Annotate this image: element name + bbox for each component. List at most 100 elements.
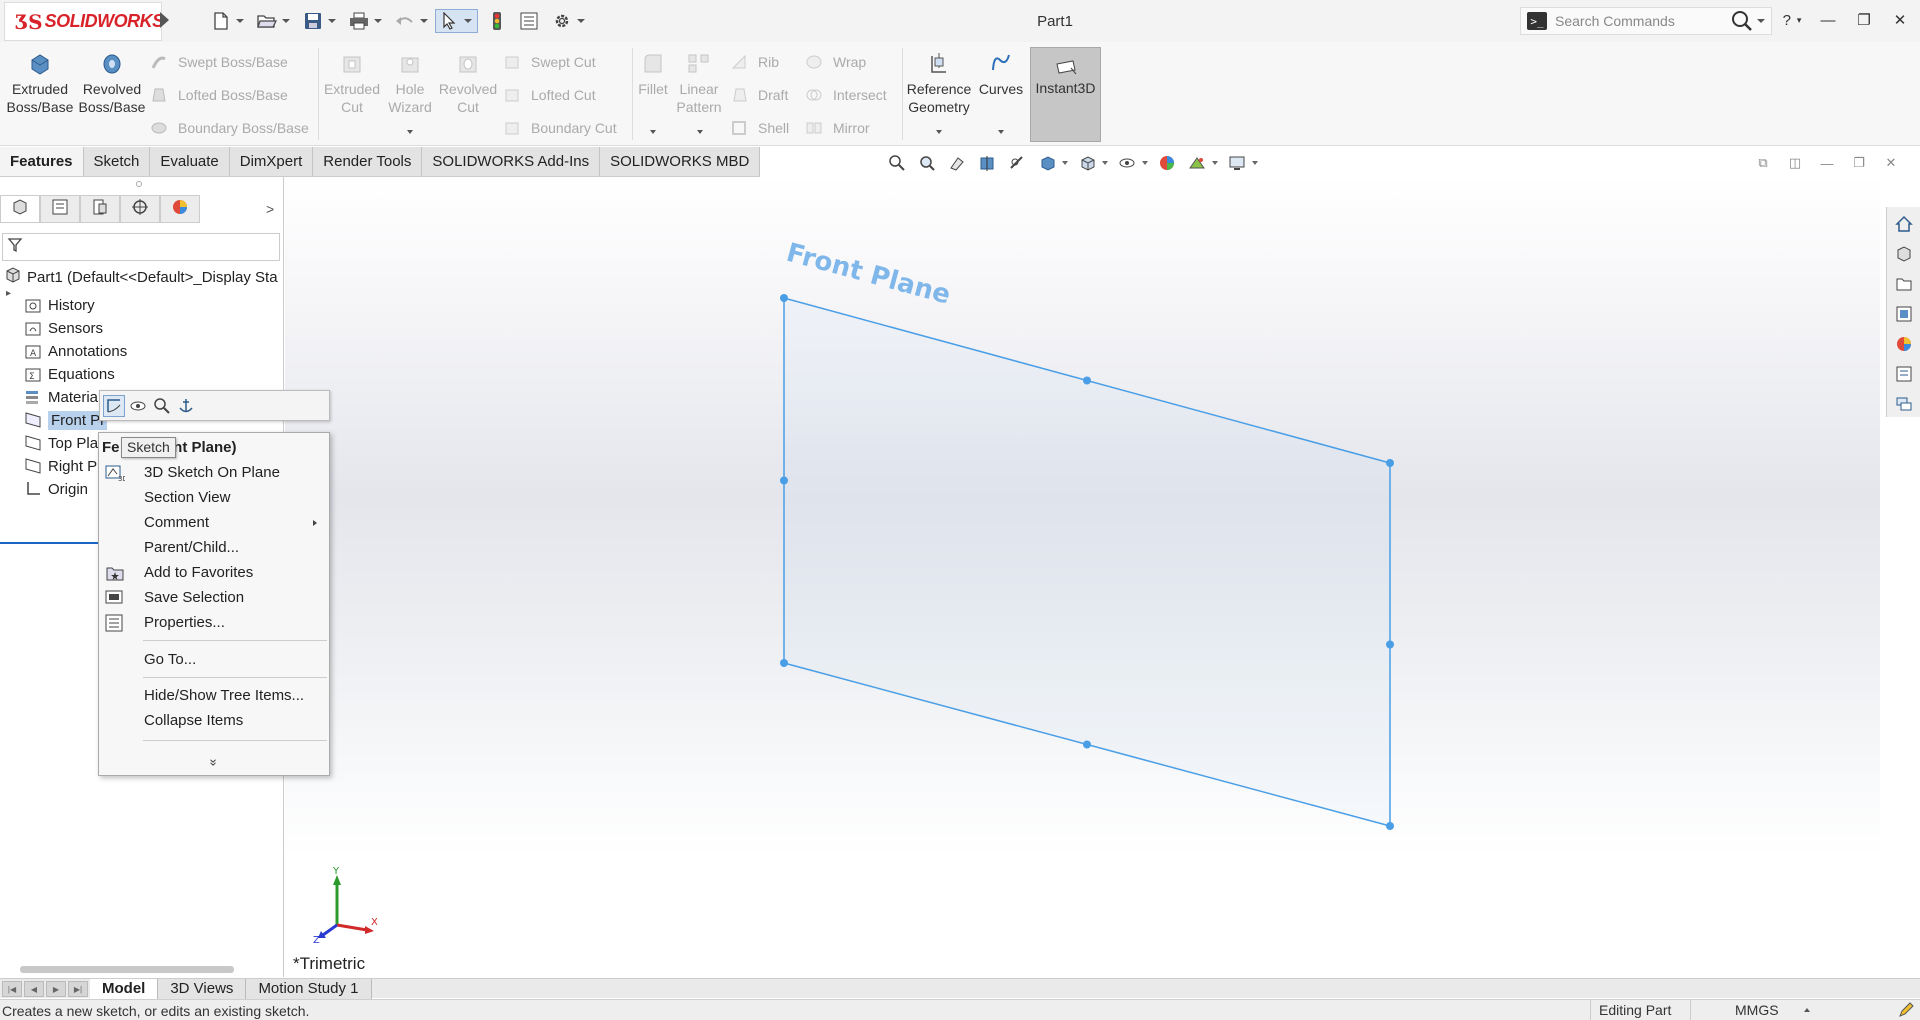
extruded-boss-button[interactable]: Extruded Boss/Base xyxy=(4,50,76,116)
view-orientation-icon[interactable] xyxy=(1036,153,1058,173)
tab-motion-study-1[interactable]: Motion Study 1 xyxy=(246,979,372,999)
solidworks-logo[interactable]: ƷS SOLIDWORKS xyxy=(4,2,164,41)
save-button[interactable] xyxy=(302,9,336,33)
anchor-icon[interactable] xyxy=(175,395,197,417)
custom-properties-icon[interactable] xyxy=(1893,363,1915,385)
tab-model[interactable]: Model xyxy=(90,979,159,999)
menu-item-properties[interactable]: Properties... xyxy=(99,610,329,635)
rebuild-button[interactable] xyxy=(486,9,508,33)
intersect-button[interactable]: Intersect xyxy=(805,81,887,109)
expand-menu-chevron-icon[interactable]: » xyxy=(207,753,222,773)
plane-corner-handle[interactable] xyxy=(1386,822,1394,830)
property-manager-tab[interactable] xyxy=(40,195,80,223)
hide-show-items-icon[interactable] xyxy=(1116,153,1138,173)
normal-to-icon[interactable] xyxy=(151,395,173,417)
rib-button[interactable]: Rib xyxy=(730,48,779,76)
draft-button[interactable]: Draft xyxy=(730,81,788,109)
menu-item-parent-child[interactable]: Parent/Child... xyxy=(99,535,329,560)
menu-item-section-view[interactable]: Section View xyxy=(99,485,329,510)
tree-item-material[interactable]: Materia xyxy=(24,385,98,409)
lofted-boss-button[interactable]: Lofted Boss/Base xyxy=(150,81,288,109)
tab-3d-views[interactable]: 3D Views xyxy=(158,979,247,999)
view-palette-icon[interactable] xyxy=(1893,303,1915,325)
plane-edge-handle[interactable] xyxy=(780,476,788,485)
tree-item-history[interactable]: History xyxy=(24,293,95,317)
tree-item-sensors[interactable]: Sensors xyxy=(24,316,103,340)
linear-pattern-button[interactable]: Linear Pattern xyxy=(674,50,724,116)
apply-scene-icon[interactable] xyxy=(1186,153,1208,173)
tree-item-equations[interactable]: Σ Equations xyxy=(24,362,115,386)
fillet-button[interactable]: Fillet xyxy=(634,50,672,98)
feature-manager-tab[interactable] xyxy=(0,195,40,223)
options-button[interactable] xyxy=(551,9,585,33)
wrap-button[interactable]: Wrap xyxy=(805,48,866,76)
tree-horizontal-scrollbar[interactable] xyxy=(20,966,234,973)
select-button[interactable] xyxy=(435,9,478,33)
section-view-icon[interactable] xyxy=(976,153,998,173)
dimxpert-manager-tab[interactable] xyxy=(120,195,160,223)
boundary-boss-button[interactable]: Boundary Boss/Base xyxy=(150,114,309,142)
home-icon[interactable] xyxy=(1893,213,1915,235)
reference-geometry-button[interactable]: Reference Geometry xyxy=(903,50,975,116)
tab-solidworks-add-ins[interactable]: SOLIDWORKS Add-Ins xyxy=(422,147,601,176)
appearances-icon[interactable] xyxy=(1893,333,1915,355)
revolved-cut-button[interactable]: Revolved Cut xyxy=(432,50,504,116)
plane-corner-handle[interactable] xyxy=(780,659,788,667)
search-input[interactable]: Search Commands xyxy=(1555,13,1727,29)
graphics-area[interactable]: Front Plane Y X Z *Trimetric xyxy=(285,177,1880,977)
viewport-split-icon[interactable]: ◫ xyxy=(1784,153,1806,173)
search-icon[interactable] xyxy=(1727,8,1757,34)
tree-item-annotations[interactable]: A Annotations xyxy=(24,339,127,363)
help-button[interactable]: ? ▾ xyxy=(1775,8,1809,32)
curves-button[interactable]: Curves xyxy=(974,50,1028,98)
tree-item-top-plane[interactable]: Top Pla xyxy=(24,431,98,455)
menu-item-3d-sketch-on-plane[interactable]: 3D 3D Sketch On Plane xyxy=(99,460,329,485)
print-button[interactable] xyxy=(348,9,382,33)
zoom-to-fit-icon[interactable] xyxy=(886,153,908,173)
forum-icon[interactable] xyxy=(1893,393,1915,415)
show-eye-icon[interactable] xyxy=(127,395,149,417)
last-tab-icon[interactable]: ▶| xyxy=(68,981,88,997)
view-settings-icon[interactable] xyxy=(1226,153,1248,173)
menu-item-collapse-items[interactable]: Collapse Items xyxy=(99,708,329,733)
menu-item-go-to[interactable]: Go To... xyxy=(99,647,329,672)
lofted-cut-button[interactable]: Lofted Cut xyxy=(503,81,596,109)
instant3d-button[interactable]: Instant3D xyxy=(1030,47,1101,142)
unit-system-selector[interactable]: MMGS xyxy=(1690,1000,1810,1020)
tree-root-part[interactable]: Part1 (Default<<Default>_Display Sta xyxy=(4,266,284,288)
new-document-button[interactable] xyxy=(210,9,244,33)
plane-edge-handle[interactable] xyxy=(1386,640,1394,649)
revolved-boss-button[interactable]: Revolved Boss/Base xyxy=(76,50,148,116)
configuration-manager-tab[interactable] xyxy=(80,195,120,223)
plane-edge-handle[interactable] xyxy=(1083,376,1091,385)
previous-view-icon[interactable] xyxy=(946,153,968,173)
plane-edge-handle[interactable] xyxy=(1083,740,1091,749)
tab-features[interactable]: Features xyxy=(0,147,84,176)
tab-dimxpert[interactable]: DimXpert xyxy=(229,147,314,176)
dynamic-annotation-icon[interactable] xyxy=(1006,153,1028,173)
tab-render-tools[interactable]: Render Tools xyxy=(313,147,423,176)
minimize-icon[interactable]: — xyxy=(1811,8,1845,32)
front-plane-preview[interactable]: Front Plane xyxy=(285,177,1880,977)
sketch-icon[interactable] xyxy=(103,394,125,417)
tree-item-origin[interactable]: Origin xyxy=(24,477,88,501)
shell-button[interactable]: Shell xyxy=(730,114,789,142)
search-commands-box[interactable]: >_ Search Commands xyxy=(1520,7,1772,35)
close-icon[interactable]: ✕ xyxy=(1883,8,1917,32)
swept-boss-button[interactable]: Swept Boss/Base xyxy=(150,48,288,76)
display-manager-tab[interactable] xyxy=(160,195,200,223)
viewport-minimize-icon[interactable]: — xyxy=(1816,153,1838,173)
file-properties-button[interactable] xyxy=(518,9,540,33)
previous-tab-icon[interactable]: ◀ xyxy=(24,981,44,997)
open-button[interactable] xyxy=(256,9,290,33)
chevron-right-icon[interactable]: > xyxy=(266,201,274,217)
menu-expand-arrow-icon[interactable] xyxy=(160,12,169,28)
pencil-icon[interactable] xyxy=(1898,1002,1914,1020)
tab-evaluate[interactable]: Evaluate xyxy=(150,147,230,176)
swept-cut-button[interactable]: Swept Cut xyxy=(503,48,596,76)
expand-annotations-icon[interactable]: ▸ xyxy=(6,288,11,299)
first-tab-icon[interactable]: |◀ xyxy=(2,981,22,997)
edit-appearance-icon[interactable] xyxy=(1156,153,1178,173)
tab-sketch[interactable]: Sketch xyxy=(83,147,151,176)
plane-corner-handle[interactable] xyxy=(1386,459,1394,467)
